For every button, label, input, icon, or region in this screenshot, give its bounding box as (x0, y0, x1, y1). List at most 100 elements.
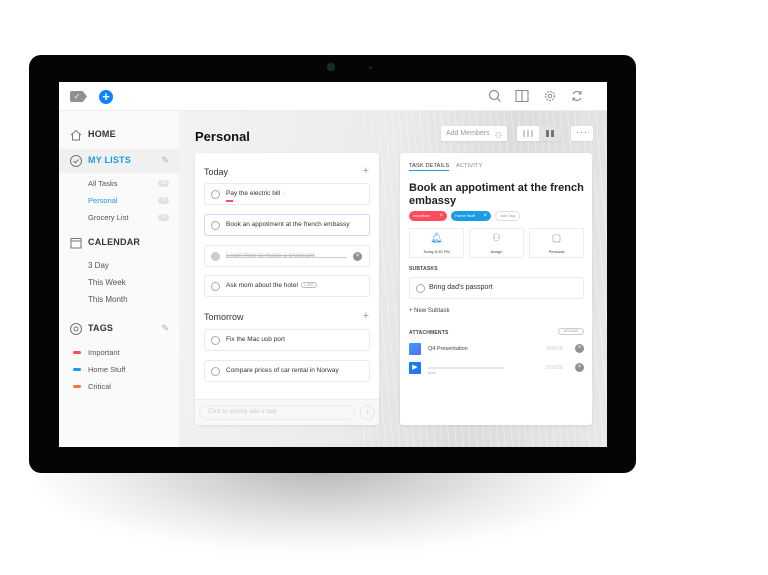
sync-icon[interactable] (569, 88, 585, 104)
remove-tag-icon[interactable]: × (483, 211, 487, 221)
tag-item-home-stuff[interactable]: Home Stuff (88, 365, 125, 374)
nav-my-lists[interactable]: MY LISTS ✎ (59, 149, 179, 173)
check-circle-icon (69, 154, 83, 168)
tab-task-details[interactable]: TASK DETAILS (409, 163, 450, 171)
bell-icon: 🔔︎ (430, 233, 443, 244)
edit-tags-pencil-icon[interactable]: ✎ (161, 323, 169, 334)
task-item-completed[interactable]: Learn how to make a croissant × (204, 245, 370, 267)
tab-activity[interactable]: ACTIVITY (456, 163, 482, 169)
tag-pill-home-stuff[interactable]: Home Stuff × (451, 211, 491, 221)
nav-home-label: HOME (88, 129, 116, 139)
task-text: Book an appotiment at the french embassy (226, 221, 350, 228)
tag-color-home-stuff (73, 368, 81, 371)
assign-label: Assign (490, 249, 503, 254)
list-item-all-tasks[interactable]: All Tasks (88, 179, 117, 188)
subtask-checkbox[interactable] (416, 284, 425, 293)
add-tomorrow-task-icon[interactable]: + (363, 310, 369, 322)
task-item-selected[interactable]: Book an appotiment at the french embassy (204, 214, 370, 236)
reminder-button[interactable]: 🔔︎ Today 6:30 PM (409, 228, 464, 258)
quick-add-input[interactable]: Click to quickly add a task (199, 405, 355, 420)
nav-tags[interactable]: TAGS ✎ (59, 317, 179, 341)
assign-button[interactable]: ⚇ Assign (469, 228, 524, 258)
app-logo-icon[interactable]: ✓ (70, 91, 87, 102)
remove-attachment-icon[interactable]: × (575, 344, 584, 353)
list-item-grocery[interactable]: Grocery List (88, 213, 128, 222)
tag-item-critical[interactable]: Critical (88, 382, 111, 391)
book-icon[interactable] (514, 88, 530, 104)
calendar-this-week[interactable]: This Week (88, 278, 126, 287)
tag-color-critical (73, 385, 81, 388)
list-label: Personal (548, 249, 565, 254)
list-item-personal[interactable]: Personal (88, 196, 118, 205)
task-item[interactable]: Compare prices of car rental in Norway (204, 360, 370, 382)
task-item[interactable]: Fix the Mac usb port (204, 329, 370, 351)
task-checkbox-checked[interactable] (211, 252, 220, 261)
play-icon[interactable]: ▶ (409, 362, 421, 374)
strike-line (226, 257, 347, 258)
attachment-item[interactable]: Q4 Presentation 3/06/18 × (409, 343, 584, 357)
attachment-item-audio[interactable]: ▶ 00:00 2/03/18 × (409, 362, 584, 376)
remove-tag-icon[interactable]: × (439, 211, 443, 221)
tag-color-important (73, 351, 81, 354)
list-button[interactable]: ▢ Personal (529, 228, 584, 258)
count-badge: 6 (158, 214, 169, 221)
main-area: Personal Add Members ⚇ ··· Today + Pay t… (179, 111, 607, 447)
gear-icon[interactable] (542, 88, 558, 104)
task-detail-panel: TASK DETAILS ACTIVITY Book an appotiment… (400, 153, 592, 425)
important-indicator (226, 200, 233, 202)
task-checkbox[interactable] (211, 282, 220, 291)
new-subtask-button[interactable]: + New Subtask (409, 308, 450, 314)
task-text: Compare prices of car rental in Norway (226, 367, 339, 374)
subtask-item[interactable]: Bring dad's passport (409, 277, 584, 299)
date-chip: 1 APR (300, 282, 317, 289)
task-checkbox[interactable] (211, 367, 220, 376)
three-column-view-icon[interactable] (517, 126, 539, 141)
view-toggle[interactable] (517, 126, 561, 141)
task-checkbox[interactable] (211, 336, 220, 345)
attachment-date: 3/06/18 (546, 346, 563, 352)
subtasks-heading: SUBTASKS (409, 266, 438, 272)
search-icon[interactable] (487, 88, 503, 104)
nav-calendar-label: CALENDAR (88, 237, 141, 247)
reminder-label: Today 6:30 PM (423, 249, 450, 254)
camera-icon (327, 63, 335, 71)
device-shadow (40, 460, 600, 550)
calendar-3-day[interactable]: 3 Day (88, 261, 109, 270)
attachment-name: Q4 Presentation (428, 346, 468, 352)
tag-pill-important[interactable]: Important × (409, 211, 447, 221)
audio-progress-bar[interactable] (428, 367, 504, 369)
count-badge: 14 (158, 180, 169, 187)
task-item[interactable]: Ask mom about the hotel 1 APR (204, 275, 370, 297)
app-screen: ✓ + HOME MY LISTS ✎ All Tasks 14 Persona… (59, 82, 607, 447)
subtask-text: Bring dad's passport (429, 284, 493, 291)
task-text: Ask mom about the hotel 1 APR (226, 282, 317, 289)
top-bar: ✓ + (59, 82, 607, 111)
remove-attachment-icon[interactable]: × (575, 363, 584, 372)
add-today-task-icon[interactable]: + (363, 165, 369, 177)
remove-task-icon[interactable]: × (353, 252, 362, 261)
task-item[interactable]: Pay the electric bill ◌ (204, 183, 370, 205)
nav-calendar[interactable]: CALENDAR (59, 231, 179, 255)
calendar-icon (69, 236, 83, 250)
tag-item-important[interactable]: Important (88, 348, 120, 357)
reminder-icon: ◌ (282, 190, 286, 197)
task-checkbox[interactable] (211, 190, 220, 199)
upload-button[interactable]: UPLOAD (558, 328, 584, 335)
submit-task-arrow-icon[interactable]: ↑ (360, 405, 375, 420)
nav-home[interactable]: HOME (59, 123, 179, 147)
task-label: Ask mom about the hotel (226, 282, 298, 289)
calendar-this-month[interactable]: This Month (88, 295, 128, 304)
home-icon (69, 128, 83, 142)
add-button[interactable]: + (99, 90, 113, 104)
add-members-label: Add Members (446, 130, 490, 137)
add-tag-button[interactable]: Add Tag (495, 211, 520, 221)
tag-icon (69, 322, 83, 336)
two-column-view-icon[interactable] (539, 126, 561, 141)
tag-label: Home Stuff (455, 213, 475, 218)
add-members-button[interactable]: Add Members ⚇ (441, 126, 507, 141)
edit-lists-pencil-icon[interactable]: ✎ (161, 155, 169, 166)
task-checkbox[interactable] (211, 221, 220, 230)
more-options-button[interactable]: ··· (571, 126, 593, 141)
document-thumbnail-icon (409, 343, 421, 355)
sidebar: HOME MY LISTS ✎ All Tasks 14 Personal 8 … (59, 111, 179, 447)
